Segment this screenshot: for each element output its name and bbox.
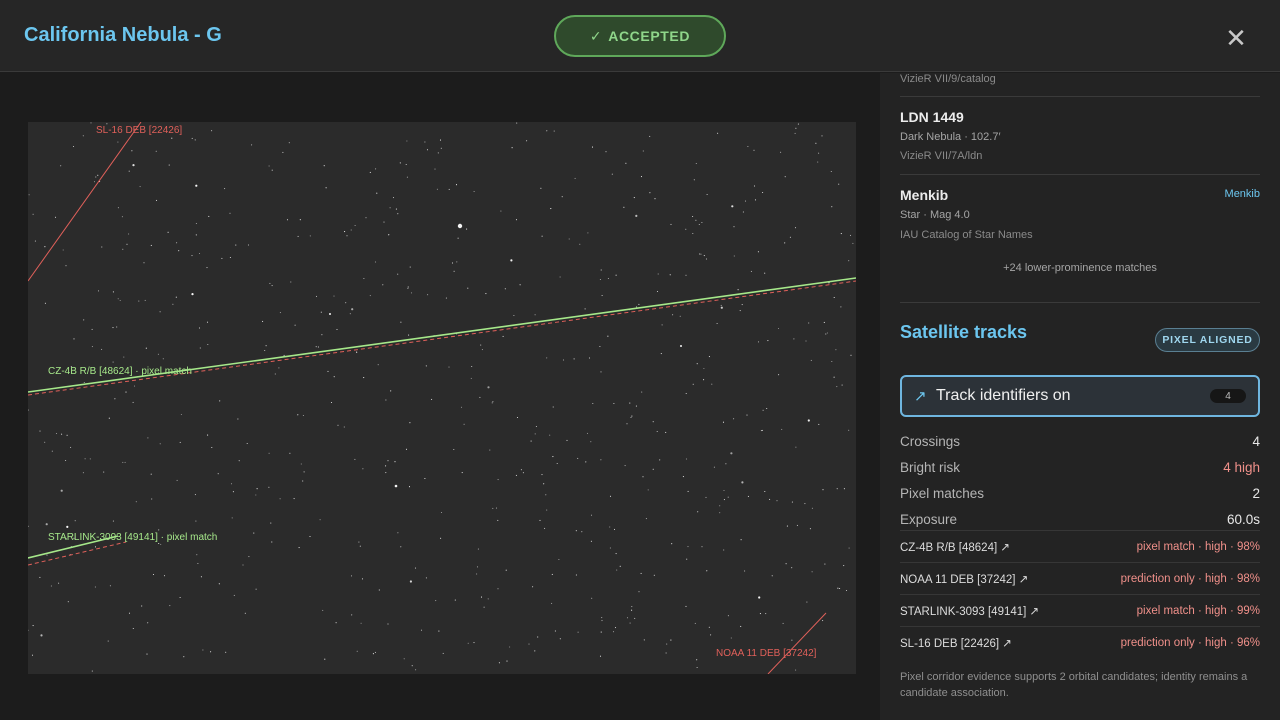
object-meta: Dark Nebula · 102.7′ (900, 131, 1001, 143)
track-status: pixel match · high · 98% (1136, 540, 1260, 553)
track-row[interactable]: NOAA 11 DEB [37242] ↗ prediction only · … (900, 562, 1260, 594)
details-panel: VizieR VII/9/catalog LDN 1449 Dark Nebul… (880, 73, 1280, 720)
satellite-tracks-heading: Satellite tracks (900, 322, 1028, 342)
track-row[interactable]: CZ-4B R/B [48624] ↗ pixel match · high ·… (900, 530, 1260, 562)
close-icon[interactable]: ✕ (1222, 24, 1250, 52)
check-icon: ✓ (589, 27, 603, 44)
divider (900, 174, 1260, 175)
object-catalog: IAU Catalog of Star Names (900, 229, 1033, 241)
more-matches[interactable]: +24 lower-prominence matches (900, 262, 1260, 274)
catalog-source: VizieR VII/9/catalog (900, 73, 996, 85)
track-label-sl16: SL-16 DEB [22426] (96, 125, 183, 136)
object-catalog: VizieR VII/7A/ldn (900, 150, 983, 162)
stat-exposure: Exposure 60.0s (900, 512, 1260, 530)
track-status: pixel match · high · 99% (1136, 604, 1260, 617)
object-name: Menkib (900, 187, 949, 203)
track-row[interactable]: SL-16 DEB [22426] ↗ prediction only · hi… (900, 626, 1260, 658)
track-count-badge: 4 (1210, 389, 1246, 403)
track-prediction-cz4b (28, 280, 856, 396)
track-name: CZ-4B R/B [48624] ↗ (900, 541, 1010, 554)
track-overlay (28, 122, 856, 674)
object-name: LDN 1449 (900, 109, 964, 125)
divider (900, 302, 1260, 303)
stat-bright-risk: Bright risk 4 high (900, 460, 1260, 478)
toggle-label: Track identifiers on (936, 387, 1071, 404)
stat-label: Pixel matches (900, 486, 985, 501)
menkib-link[interactable]: Menkib (1225, 188, 1260, 200)
pixel-aligned-badge: PIXEL ALIGNED (1155, 328, 1260, 352)
track-line-noaa (767, 612, 827, 674)
track-identifiers-toggle[interactable]: ↗ Track identifiers on 4 (900, 375, 1260, 417)
accepted-status-badge[interactable]: ✓ ACCEPTED (554, 15, 726, 57)
track-label-starlink: STARLINK-3093 [49141] · pixel match (48, 532, 218, 543)
page-title: California Nebula - G (24, 24, 222, 46)
track-name: STARLINK-3093 [49141] ↗ (900, 605, 1040, 618)
status-label: ACCEPTED (608, 28, 691, 44)
stat-value: 4 (1252, 434, 1260, 449)
track-name: SL-16 DEB [22426] ↗ (900, 637, 1012, 650)
stat-value: 60.0s (1226, 512, 1260, 527)
track-status: prediction only · high · 98% (1120, 572, 1260, 585)
stat-label: Exposure (900, 512, 958, 527)
modal-header: California Nebula - G ✓ ACCEPTED ✕ (0, 0, 1280, 72)
footnote: Pixel corridor evidence supports 2 orbit… (900, 671, 1248, 699)
stat-label: Crossings (900, 434, 961, 449)
astro-image[interactable]: SL-16 DEB [22426] CZ-4B R/B [48624] · pi… (28, 122, 856, 674)
stat-value: 2 (1252, 486, 1260, 501)
stat-pixel-matches: Pixel matches 2 (900, 486, 1260, 504)
track-row[interactable]: STARLINK-3093 [49141] ↗ pixel match · hi… (900, 594, 1260, 626)
object-meta: Star · Mag 4.0 (900, 209, 970, 221)
stat-crossings: Crossings 4 (900, 434, 1260, 452)
track-status: prediction only · high · 96% (1120, 636, 1260, 649)
stat-label: Bright risk (900, 460, 961, 475)
stat-value: 4 high (1223, 460, 1260, 475)
track-name: NOAA 11 DEB [37242] ↗ (900, 573, 1029, 586)
track-line-sl16 (28, 122, 142, 282)
arrow-up-right-icon: ↗ (914, 388, 927, 405)
track-label-cz4b: CZ-4B R/B [48624] · pixel match (48, 366, 192, 377)
divider (900, 96, 1260, 97)
track-label-noaa: NOAA 11 DEB [37242] (716, 648, 817, 659)
